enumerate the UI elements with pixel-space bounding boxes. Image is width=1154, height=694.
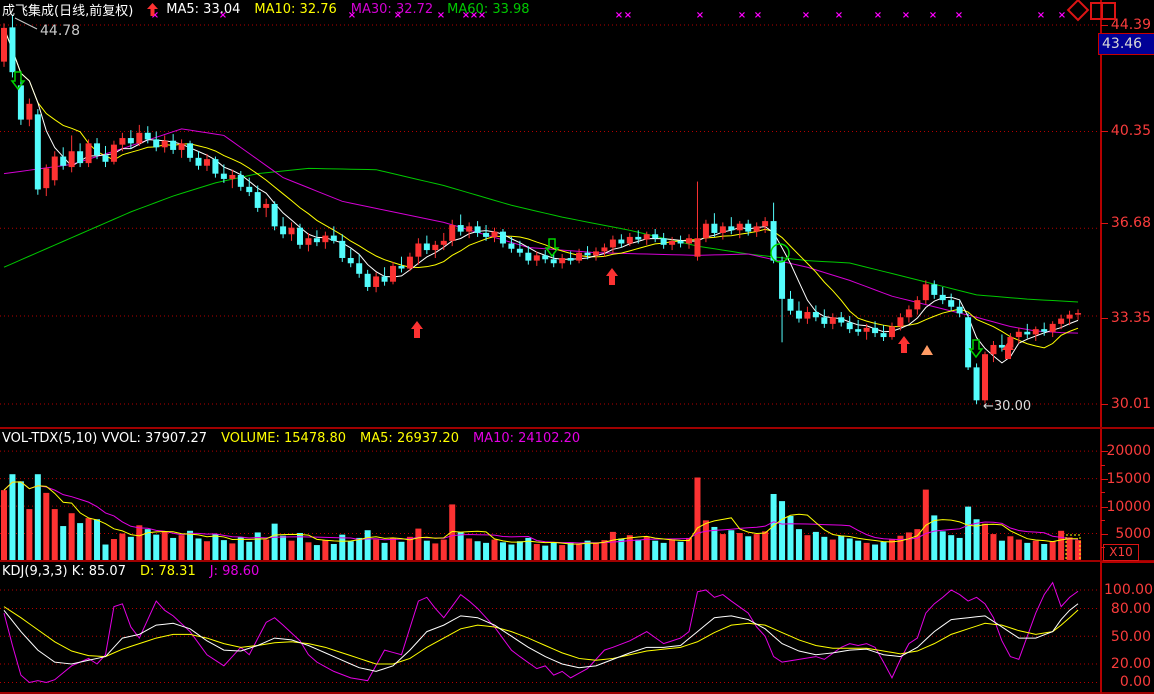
volume-axis-label: 15000 [1104,471,1151,487]
axis-tick [1101,131,1108,132]
svg-text:×: × [835,10,843,21]
ma30-value: MA30: 32.72 [351,2,433,17]
chart-canvas[interactable]: 44.78←30.00××××××××××××××××××××× [0,0,1154,694]
kdj-axis-label: 50.00 [1104,629,1151,645]
up-arrow-icon [147,3,158,16]
price-axis-label: 33.35 [1104,310,1151,326]
svg-text:×: × [754,10,762,21]
svg-text:×: × [696,10,704,21]
kdj-axis-label: 80.00 [1104,601,1151,617]
kdj-k-value: KDJ(9,3,3) K: 85.07 [2,564,126,579]
axis-tick [1101,520,1105,521]
kdj-d-value: D: 78.31 [140,564,196,579]
svg-text:×: × [955,10,963,21]
volume-value: VOLUME: 15478.80 [221,431,346,446]
vol-ma10-value: MA10: 24102.20 [473,431,580,446]
chart-title: 成飞集成(日线,前复权) [2,0,133,19]
svg-text:44.78: 44.78 [40,23,80,39]
axis-tick [1101,451,1108,452]
ma10-value: MA10: 32.76 [254,2,336,17]
axis-tick [1101,404,1108,405]
ma5-value: MA5: 33.04 [166,2,240,17]
volume-panel[interactable] [0,451,1101,561]
axis-tick [1101,492,1105,493]
volume-axis-label: 5000 [1104,526,1151,542]
price-axis-label: 40.35 [1104,123,1151,139]
price-axis-label: 36.68 [1104,215,1151,231]
axis-tick [1101,465,1105,466]
last-price-tag: 43.46 [1098,33,1154,55]
axis-tick [1101,223,1108,224]
svg-text:×: × [902,10,910,21]
svg-text:×: × [1037,10,1045,21]
main-chart-header: 成飞集成(日线,前复权) MA5: 33.04 MA10: 32.76 MA30… [2,1,530,17]
volume-multiplier-badge: X10 [1103,544,1139,561]
panel-separator-2 [0,560,1154,562]
panel-separator-1 [0,427,1154,429]
kdj-axis-label: 100.00 [1104,582,1151,598]
svg-text:×: × [802,10,810,21]
volume-axis-label: 10000 [1104,499,1151,515]
svg-text:×: × [929,10,937,21]
svg-text:×: × [738,10,746,21]
svg-text:×: × [624,10,632,21]
price-axis-label: 30.01 [1104,396,1151,412]
axis-tick [1101,479,1108,480]
kdj-j-value: J: 98.60 [210,564,260,579]
svg-text:×: × [615,10,623,21]
main-candlestick-panel[interactable]: 44.78←30.00××××××××××××××××××××× [0,10,1101,414]
svg-text:←30.00: ←30.00 [983,399,1031,414]
kdj-header: KDJ(9,3,3) K: 85.07 D: 78.31 J: 98.60 [2,563,259,579]
ma60-value: MA60: 33.98 [447,2,529,17]
volume-axis-label: 20000 [1104,443,1151,459]
kdj-axis-label: 20.00 [1104,656,1151,672]
vol-indicator-label: VOL-TDX(5,10) VVOL: 37907.27 [2,431,207,446]
svg-text:×: × [874,10,882,21]
kdj-axis-label: 0.00 [1104,674,1151,690]
vol-ma5-value: MA5: 26937.20 [360,431,459,446]
volume-header: VOL-TDX(5,10) VVOL: 37907.27 VOLUME: 154… [2,430,580,446]
window-panes-icon[interactable] [1090,2,1116,20]
svg-text:×: × [1058,10,1066,21]
axis-tick [1101,25,1108,26]
kdj-panel[interactable] [0,583,1101,683]
axis-tick [1101,318,1108,319]
trading-app-window: 44.78←30.00××××××××××××××××××××× 成飞集成(日线… [0,0,1154,694]
axis-tick [1101,507,1108,508]
axis-tick [1101,534,1108,535]
